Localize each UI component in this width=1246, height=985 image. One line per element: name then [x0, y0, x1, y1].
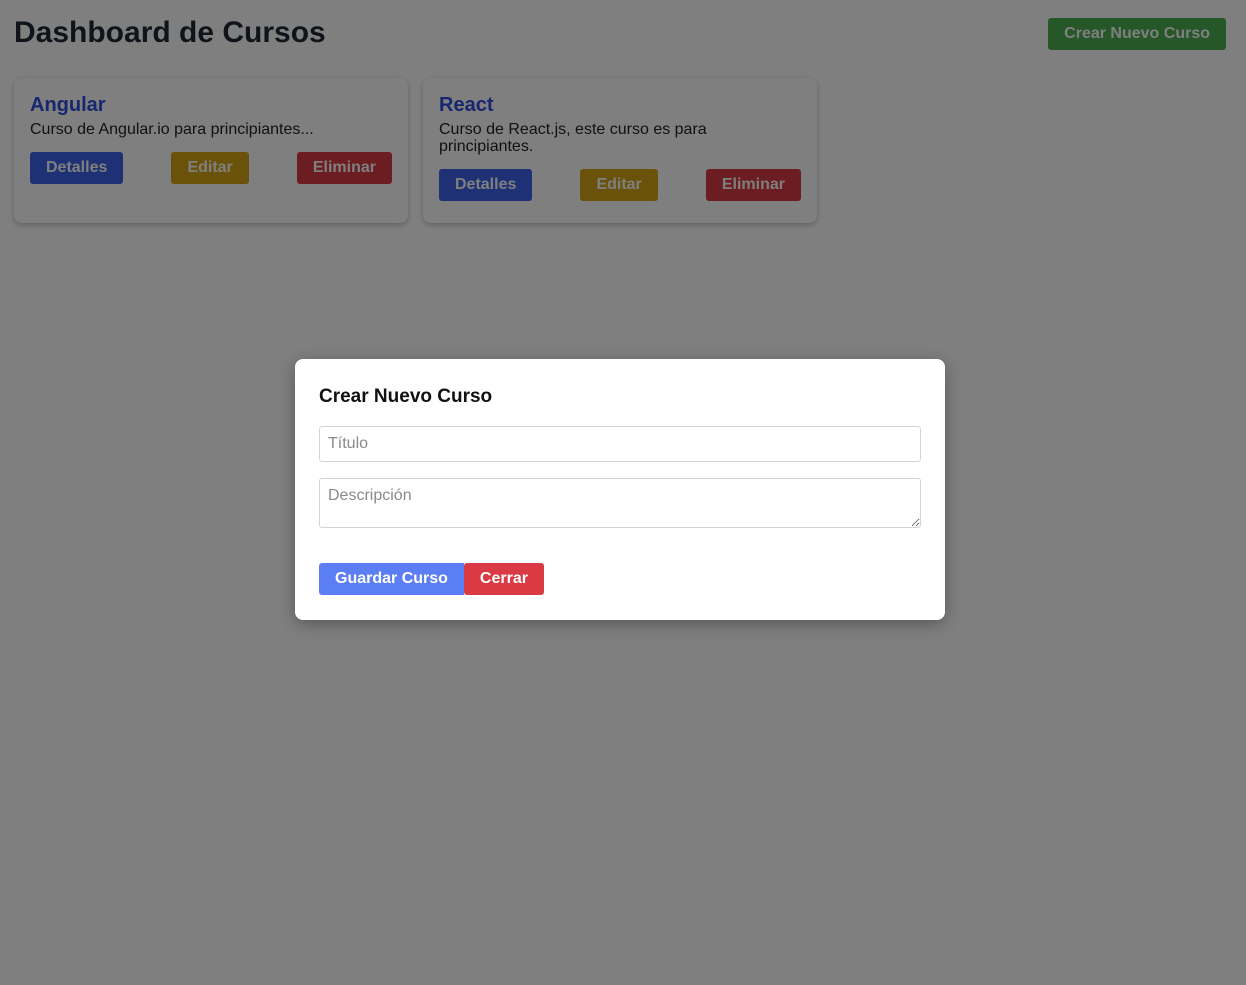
modal-title: Crear Nuevo Curso [319, 386, 493, 407]
page: Dashboard de Cursos Crear Nuevo Curso An… [0, 0, 1246, 985]
create-course-modal: Crear Nuevo Curso Guardar Curso Cerrar [295, 359, 945, 620]
title-input[interactable] [319, 426, 921, 462]
description-textarea[interactable] [319, 478, 921, 528]
save-course-button[interactable]: Guardar Curso [319, 563, 464, 595]
close-button[interactable]: Cerrar [463, 563, 544, 595]
modal-actions: Guardar Curso Cerrar [319, 563, 921, 595]
